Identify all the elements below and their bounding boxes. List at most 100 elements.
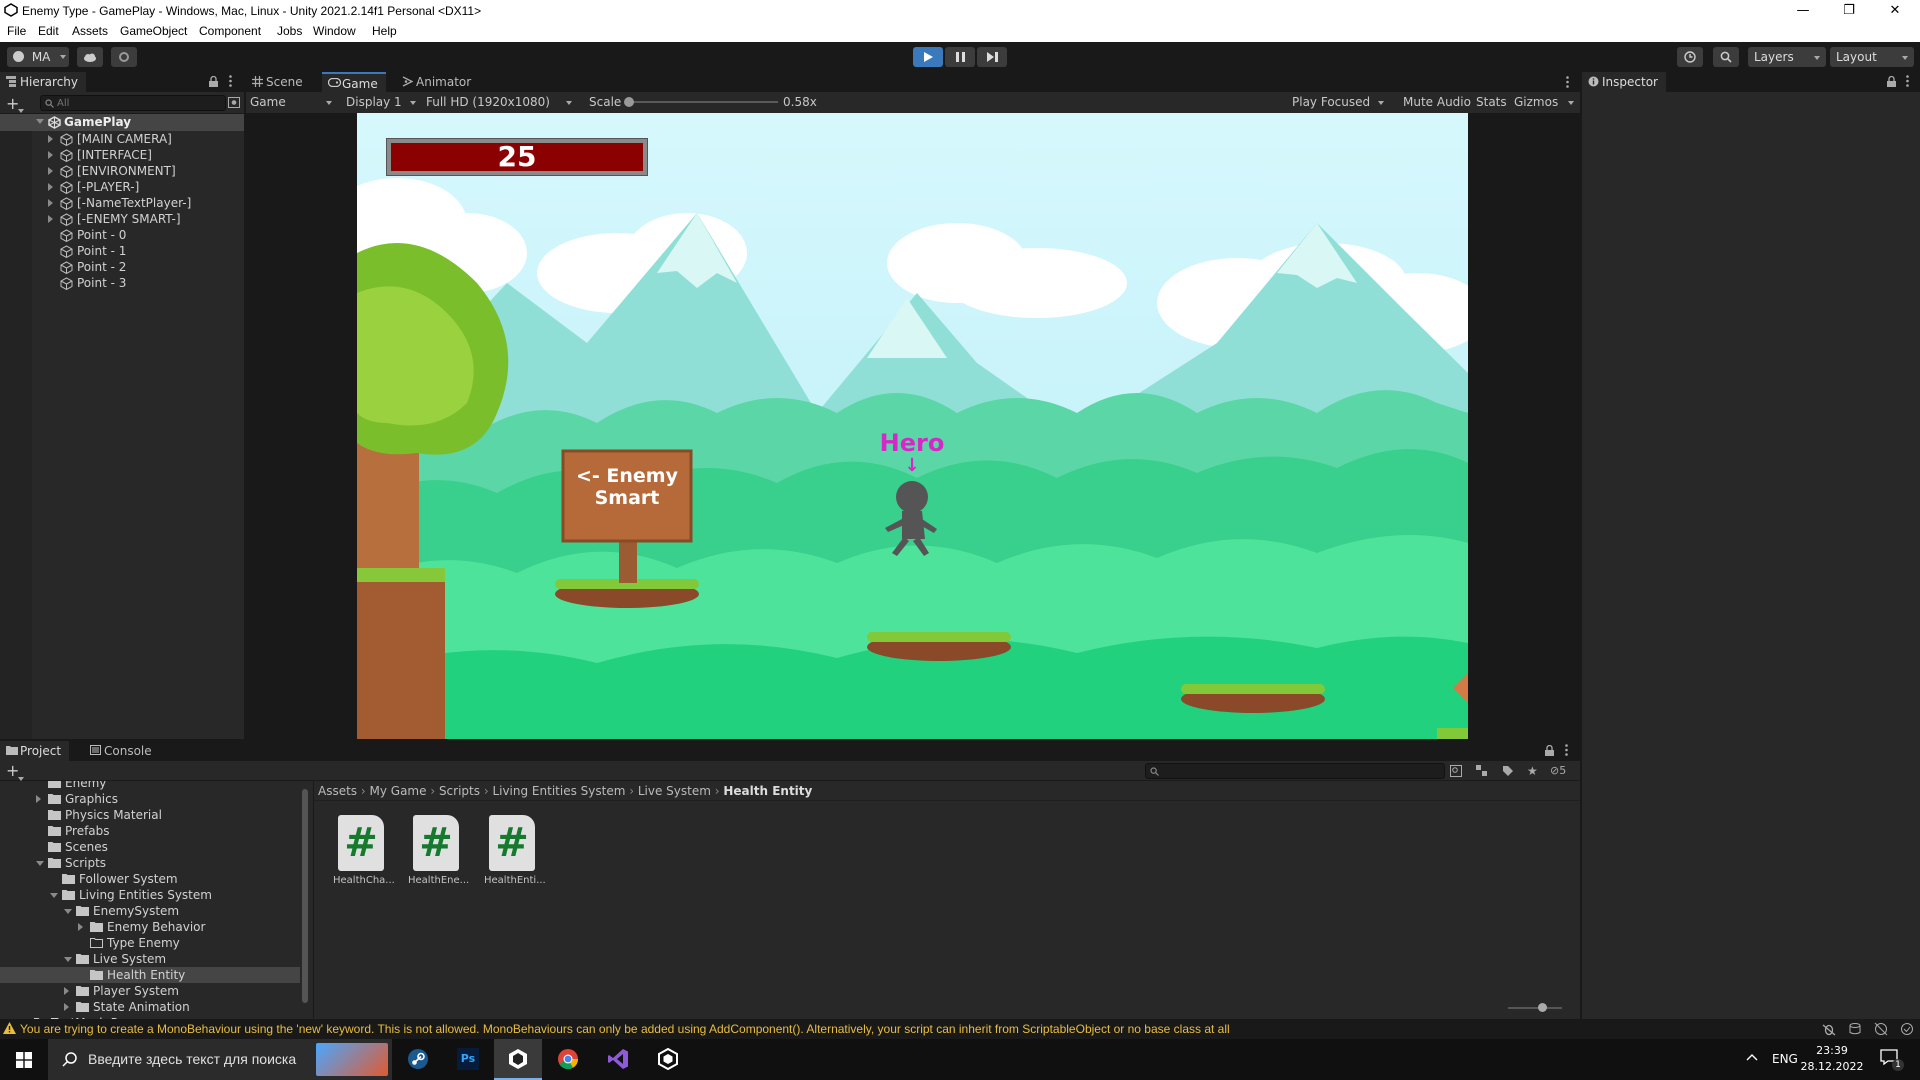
- collab-button[interactable]: [111, 47, 137, 67]
- hierarchy-item[interactable]: [ENVIRONMENT]: [0, 163, 244, 179]
- expand-arrow-icon[interactable]: [64, 957, 72, 962]
- menu-jobs[interactable]: Jobs: [277, 24, 302, 38]
- kebab-menu-icon[interactable]: [1906, 75, 1909, 87]
- status-bar[interactable]: You are trying to create a MonoBehaviour…: [0, 1019, 1920, 1039]
- breadcrumb-item[interactable]: My Game: [370, 784, 427, 798]
- network-icon[interactable]: [1874, 1022, 1888, 1036]
- tag-icon[interactable]: [1502, 765, 1514, 777]
- search-button[interactable]: [1713, 47, 1739, 67]
- hierarchy-item[interactable]: [-ENEMY SMART-]: [0, 211, 244, 227]
- hierarchy-item[interactable]: [MAIN CAMERA]: [0, 131, 244, 147]
- display-dropdown[interactable]: Display 1: [346, 92, 418, 112]
- project-tree-item[interactable]: Graphics: [0, 791, 300, 807]
- project-tree-item[interactable]: Enemy: [0, 781, 300, 791]
- layers-dropdown[interactable]: Layers: [1748, 47, 1826, 67]
- hierarchy-item[interactable]: [-PLAYER-]: [0, 179, 244, 195]
- taskbar-search[interactable]: Введите здесь текст для поиска: [48, 1039, 392, 1080]
- expand-arrow-icon[interactable]: [64, 987, 69, 995]
- scene-visibility-icon[interactable]: [228, 97, 240, 108]
- project-search-field[interactable]: [1145, 763, 1445, 779]
- tree-scrollbar[interactable]: [302, 789, 308, 1003]
- tab-scene[interactable]: Scene: [246, 72, 311, 92]
- expand-arrow-icon[interactable]: [36, 795, 41, 803]
- menu-file[interactable]: File: [7, 24, 26, 38]
- pause-button[interactable]: [945, 47, 975, 67]
- asset-item[interactable]: # HealthEne...: [408, 815, 469, 886]
- breadcrumb-item[interactable]: Living Entities System: [492, 784, 625, 798]
- project-tree-item[interactable]: Enemy Behavior: [0, 919, 300, 935]
- expand-arrow-icon[interactable]: [36, 861, 44, 866]
- expand-arrow-icon[interactable]: [48, 135, 53, 143]
- hidden-packages-toggle[interactable]: ⊘5: [1550, 764, 1566, 777]
- scale-slider[interactable]: [624, 97, 778, 107]
- kebab-menu-icon[interactable]: [229, 75, 232, 87]
- history-button[interactable]: [1677, 47, 1703, 67]
- gizmos-dropdown[interactable]: Gizmos: [1514, 92, 1576, 112]
- database-icon[interactable]: [1848, 1022, 1862, 1036]
- hierarchy-item[interactable]: Point - 3: [0, 275, 244, 291]
- star-icon[interactable]: ★: [1527, 764, 1538, 778]
- breadcrumb-item[interactable]: Health Entity: [723, 784, 812, 798]
- restore-button[interactable]: ❐: [1826, 0, 1872, 22]
- search-input[interactable]: [57, 96, 217, 110]
- clock[interactable]: 23:39 28.12.2022: [1800, 1043, 1864, 1075]
- lock-icon[interactable]: [1887, 76, 1896, 87]
- taskbar-photoshop[interactable]: Ps: [444, 1039, 492, 1080]
- scene-row[interactable]: GamePlay: [0, 114, 244, 131]
- game-viewport[interactable]: 25 <- Enemy Smart Hero ↓: [357, 113, 1468, 739]
- hierarchy-item[interactable]: [-NameTextPlayer-]: [0, 195, 244, 211]
- play-focused-dropdown[interactable]: Play Focused: [1292, 92, 1386, 112]
- project-tree-item[interactable]: Live System: [0, 951, 300, 967]
- search-by-label-icon[interactable]: [1476, 765, 1488, 777]
- asset-item[interactable]: # HealthCha...: [333, 815, 395, 886]
- notifications-button[interactable]: 1: [1876, 1047, 1906, 1073]
- project-tree-item[interactable]: Follower System: [0, 871, 300, 887]
- menu-component[interactable]: Component: [199, 24, 261, 38]
- tab-game[interactable]: Game: [322, 72, 386, 92]
- tab-hierarchy[interactable]: Hierarchy: [0, 72, 87, 92]
- tab-project[interactable]: Project: [0, 741, 70, 761]
- game-view-dropdown[interactable]: Game: [250, 92, 336, 112]
- project-tree-item[interactable]: Physics Material: [0, 807, 300, 823]
- expand-arrow-icon[interactable]: [64, 1003, 69, 1011]
- tree-divider[interactable]: [313, 781, 314, 1019]
- tab-console[interactable]: Console: [84, 741, 160, 761]
- expand-arrow-icon[interactable]: [48, 167, 53, 175]
- breadcrumb-item[interactable]: Assets: [318, 784, 357, 798]
- project-tree-item[interactable]: Living Entities System: [0, 887, 300, 903]
- project-tree-item[interactable]: State Animation: [0, 999, 300, 1015]
- expand-arrow-icon[interactable]: [48, 151, 53, 159]
- tray-chevron-up-icon[interactable]: [1746, 1053, 1758, 1061]
- step-button[interactable]: [977, 47, 1007, 67]
- taskbar-unity[interactable]: [494, 1039, 542, 1080]
- expand-arrow-icon[interactable]: [48, 215, 53, 223]
- language-indicator[interactable]: ENG: [1772, 1052, 1798, 1066]
- account-dropdown[interactable]: MA: [7, 47, 69, 67]
- hierarchy-item[interactable]: [INTERFACE]: [0, 147, 244, 163]
- project-tree-item[interactable]: Prefabs: [0, 823, 300, 839]
- menu-gameobject[interactable]: GameObject: [120, 24, 187, 38]
- chevron-down-icon[interactable]: [18, 109, 24, 113]
- project-tree-item[interactable]: Type Enemy: [0, 935, 300, 951]
- search-field[interactable]: [40, 95, 226, 111]
- expand-arrow-icon[interactable]: [48, 183, 53, 191]
- minimize-button[interactable]: —: [1780, 0, 1826, 22]
- debug-icon[interactable]: [1822, 1022, 1836, 1036]
- taskbar-chrome[interactable]: [544, 1039, 592, 1080]
- stats-button[interactable]: Stats: [1476, 92, 1507, 112]
- lock-icon[interactable]: [209, 76, 218, 87]
- scale-slider-handle[interactable]: [624, 97, 634, 107]
- expand-arrow-icon[interactable]: [50, 893, 58, 898]
- layout-dropdown[interactable]: Layout: [1830, 47, 1914, 67]
- menu-help[interactable]: Help: [372, 24, 397, 38]
- start-button[interactable]: [0, 1039, 48, 1080]
- hierarchy-item[interactable]: Point - 0: [0, 227, 244, 243]
- menu-window[interactable]: Window: [313, 24, 356, 38]
- play-button[interactable]: [913, 47, 943, 67]
- tab-inspector[interactable]: Inspector: [1582, 72, 1666, 92]
- icon-size-handle[interactable]: [1538, 1003, 1547, 1012]
- search-by-type-icon[interactable]: [1450, 765, 1462, 777]
- taskbar-visual-studio[interactable]: [594, 1039, 642, 1080]
- project-tree-item[interactable]: Health Entity: [0, 967, 300, 983]
- expand-arrow-icon[interactable]: [78, 923, 83, 931]
